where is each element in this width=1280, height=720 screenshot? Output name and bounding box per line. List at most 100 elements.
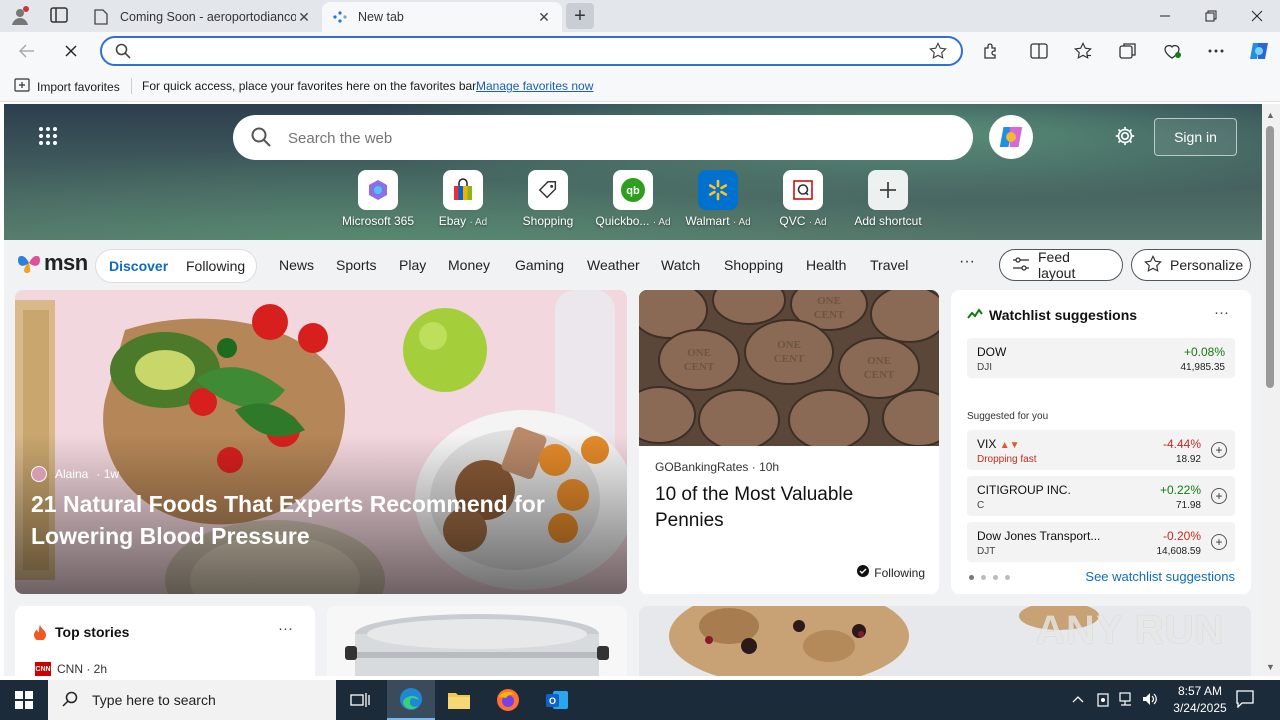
suggested-label: Suggested for you [967, 411, 1049, 422]
watchlist-row-vix[interactable]: VIX ▲▼ Dropping fast -4.44% 18.92 + [967, 430, 1235, 470]
feature-headline[interactable]: 21 Natural Foods That Experts Recommend … [31, 488, 591, 552]
split-screen-icon[interactable] [1028, 40, 1050, 62]
personalize-button[interactable]: Personalize [1131, 249, 1251, 281]
search-icon [62, 691, 78, 710]
import-favorites-button[interactable]: Import favorites [14, 78, 120, 95]
nav-weather[interactable]: Weather [587, 257, 640, 273]
windows-start-icon[interactable] [0, 680, 48, 720]
more-categories-button[interactable]: ··· [959, 253, 975, 271]
add-shortcut-button[interactable]: Add shortcut [846, 170, 930, 228]
msn-nav-bar: msn Discover Following News Sports Play … [4, 240, 1262, 290]
msn-logo[interactable]: msn [16, 250, 88, 276]
file-explorer-icon[interactable] [435, 680, 483, 720]
close-tab-icon[interactable]: ✕ [296, 9, 312, 25]
shortcut-microsoft-365[interactable]: Microsoft 365 [336, 170, 420, 228]
task-view-icon[interactable] [336, 680, 384, 720]
notification-center-icon[interactable] [1236, 690, 1254, 711]
feature-story-card[interactable]: Alaina · 1w 21 Natural Foods That Expert… [15, 290, 627, 594]
following-badge[interactable]: Following [857, 565, 925, 580]
tab-discover[interactable]: Discover [109, 258, 168, 274]
watchlist-row-dow[interactable]: DOW DJI +0.08% 41,985.35 [967, 338, 1235, 378]
story-card-pennies[interactable]: ONE CENT ONE CENT ONE CENT ONE CENT GOBankin… [639, 290, 939, 594]
shortcut-shopping[interactable]: Shopping [506, 170, 590, 228]
address-input[interactable] [142, 41, 922, 61]
shopping-tag-icon [528, 170, 568, 210]
nav-sports[interactable]: Sports [336, 257, 376, 273]
close-window-icon[interactable] [1234, 0, 1280, 32]
watchlist-more-button[interactable]: ··· [1214, 304, 1229, 321]
copilot-button[interactable] [989, 115, 1033, 159]
copilot-icon[interactable] [1246, 38, 1272, 64]
new-tab-button[interactable]: + [566, 3, 594, 29]
tab-coming-soon[interactable]: Coming Soon - aeroportodiancona.it ✕ [84, 2, 322, 32]
stock-change: +0.22% [1159, 483, 1201, 497]
tab-actions-icon[interactable] [50, 7, 70, 25]
stop-loading-icon[interactable] [56, 36, 86, 66]
add-to-watchlist-button[interactable]: + [1211, 442, 1227, 458]
favorite-star-icon[interactable] [929, 42, 947, 63]
nav-watch[interactable]: Watch [661, 257, 700, 273]
add-to-watchlist-button[interactable]: + [1211, 488, 1227, 504]
page-scrollbar[interactable]: ▲ ▼ [1262, 104, 1280, 676]
scroll-down-arrow-icon[interactable]: ▼ [1266, 662, 1275, 672]
firefox-icon[interactable] [484, 680, 532, 720]
collections-icon[interactable] [1117, 40, 1139, 62]
scroll-up-arrow-icon[interactable]: ▲ [1266, 110, 1275, 120]
shortcut-walmart[interactable]: Walmart · Ad [676, 170, 760, 228]
back-arrow-icon[interactable] [12, 36, 42, 66]
feed-layout-button[interactable]: Feed layout [999, 249, 1123, 281]
shortcut-label: Add shortcut [854, 214, 922, 228]
address-bar[interactable] [100, 36, 963, 66]
web-search-box[interactable] [233, 115, 973, 160]
nav-health[interactable]: Health [806, 257, 846, 273]
sign-in-button[interactable]: Sign in [1154, 118, 1237, 156]
search-icon [115, 43, 131, 62]
manage-favorites-link[interactable]: Manage favorites now [476, 79, 593, 93]
carousel-dots[interactable] [969, 575, 1010, 580]
nav-money[interactable]: Money [448, 257, 490, 273]
tab-new-tab[interactable]: New tab ✕ [322, 2, 562, 32]
volume-icon[interactable] [1142, 692, 1158, 709]
nav-news[interactable]: News [279, 257, 314, 273]
profile-avatar-icon[interactable] [8, 5, 32, 27]
extensions-icon[interactable] [980, 40, 1002, 62]
shortcut-quickbooks[interactable]: qb Quickbo... · Ad [591, 170, 675, 228]
nav-play[interactable]: Play [399, 257, 426, 273]
story-age: · 1w [96, 467, 120, 481]
see-watchlist-link[interactable]: See watchlist suggestions [1085, 569, 1235, 584]
favorites-icon[interactable] [1072, 40, 1094, 62]
author-name: Alaina [55, 467, 89, 481]
add-to-watchlist-button[interactable]: + [1211, 534, 1227, 550]
app-launcher-icon[interactable] [38, 126, 58, 149]
browser-essentials-icon[interactable] [1161, 40, 1183, 62]
outlook-icon[interactable]: O [533, 680, 581, 720]
web-search-input[interactable] [288, 127, 938, 149]
shortcut-qvc[interactable]: QVC · Ad [761, 170, 845, 228]
tab-following[interactable]: Following [186, 258, 245, 274]
story-headline[interactable]: 10 of the Most Valuable Pennies [655, 482, 925, 534]
restore-icon[interactable] [1188, 0, 1234, 32]
scroll-thumb[interactable] [1266, 126, 1274, 388]
system-clock[interactable]: 8:57 AM 3/24/2025 [1162, 683, 1238, 717]
network-icon[interactable] [1119, 692, 1135, 709]
minimize-icon[interactable] [1142, 0, 1188, 32]
watchlist-row-citigroup[interactable]: CITIGROUP INC. C +0.22% 71.98 + [967, 476, 1235, 516]
loading-icon [332, 9, 348, 25]
watchlist-row-djt[interactable]: Dow Jones Transport... DJT -0.20% 14,608… [967, 522, 1235, 562]
nav-gaming[interactable]: Gaming [515, 257, 564, 273]
top-stories-more-button[interactable]: ··· [278, 620, 293, 637]
settings-more-icon[interactable] [1205, 40, 1227, 62]
story-card-cookware[interactable] [327, 606, 627, 676]
taskbar-search-box[interactable]: Type here to search [48, 680, 336, 720]
nav-travel[interactable]: Travel [870, 257, 908, 273]
tray-overflow-chevron-icon[interactable] [1072, 692, 1084, 706]
svg-text:CENT: CENT [864, 369, 895, 381]
close-tab-icon[interactable]: ✕ [536, 9, 552, 25]
story-source[interactable]: CNN CNN · 2h [35, 662, 107, 676]
page-settings-gear-icon[interactable] [1114, 125, 1136, 150]
author-avatar [31, 466, 47, 482]
edge-browser-icon[interactable] [387, 680, 435, 720]
shortcut-ebay[interactable]: Ebay · Ad [421, 170, 505, 228]
security-tray-icon[interactable] [1096, 692, 1110, 711]
nav-shopping[interactable]: Shopping [724, 257, 783, 273]
